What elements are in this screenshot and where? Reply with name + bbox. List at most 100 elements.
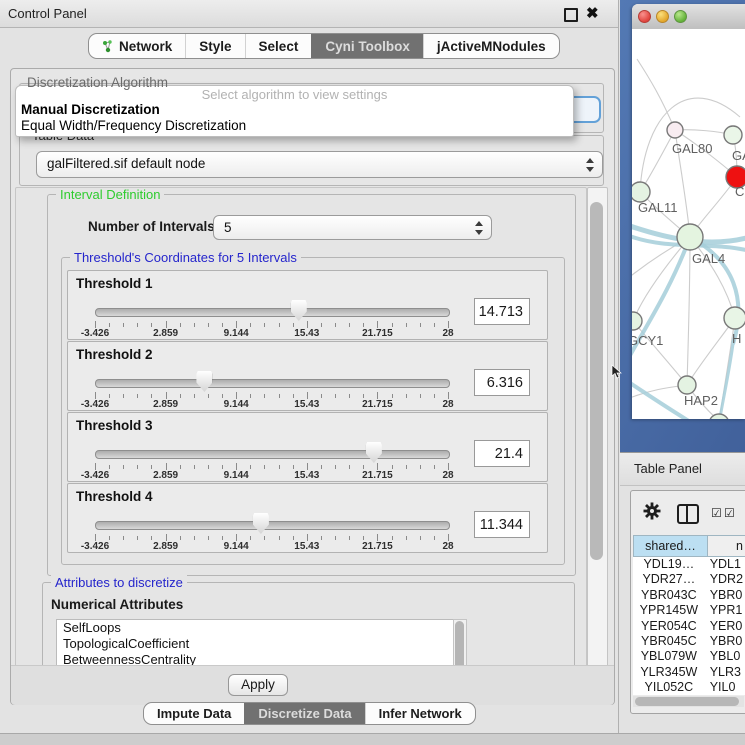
axis-tick [307, 534, 308, 541]
tab-label: Infer Network [379, 706, 462, 721]
network-node-label: C [735, 184, 744, 199]
discretization-algorithm-label: Discretization Algorithm [23, 75, 172, 90]
zoom-traffic-light-icon[interactable] [674, 10, 687, 23]
axis-tick [137, 394, 138, 398]
network-node[interactable] [724, 126, 742, 144]
table-data-combobox[interactable]: galFiltered.sif default node [36, 151, 603, 178]
panel-vertical-scrollbar[interactable] [587, 187, 608, 667]
axis-tick [349, 465, 350, 469]
network-node[interactable] [632, 312, 642, 330]
dropdown-item-2[interactable]: Equal Width/Frequency Discretization [21, 118, 246, 133]
table-row[interactable]: YBR045CYBR0 [633, 634, 745, 649]
table-horizontal-scrollbar[interactable] [633, 696, 744, 707]
table-row[interactable]: YIL052CYIL0 [633, 680, 745, 695]
deselect-checkbox-icon[interactable]: ☑ [724, 507, 735, 519]
tab-style[interactable]: Style [185, 34, 244, 58]
dropdown-item-1[interactable]: Manual Discretization [21, 102, 160, 117]
slider-track[interactable] [95, 450, 450, 459]
tab-discretize-data[interactable]: Discretize Data [244, 703, 364, 724]
axis-tick-label: 2.859 [136, 541, 196, 552]
axis-tick [434, 394, 435, 398]
axis-tick [363, 323, 364, 327]
close-icon[interactable]: ✖ [586, 4, 599, 22]
axis-tick-label: -3.426 [65, 399, 125, 410]
network-node[interactable] [667, 122, 683, 138]
apply-button[interactable]: Apply [228, 674, 288, 696]
tab-impute-data[interactable]: Impute Data [144, 703, 244, 724]
column-layout-icon[interactable] [677, 504, 699, 524]
attribute-list-item[interactable]: SelfLoops [57, 620, 453, 636]
network-node[interactable] [724, 307, 745, 329]
axis-tick-label: 21.715 [347, 328, 407, 339]
axis-tick [250, 465, 251, 469]
threshold-2-box: Threshold 2-3.4262.8599.14415.4321.71528… [67, 341, 548, 411]
slider-track[interactable] [95, 308, 450, 317]
axis-tick [420, 323, 421, 327]
threshold-value-field[interactable]: 14.713 [474, 298, 530, 325]
cell-shared-name: YDR27… [633, 572, 705, 587]
table-row[interactable]: YBL079WYBL0 [633, 649, 745, 664]
minimize-traffic-light-icon[interactable] [656, 10, 669, 23]
axis-tick [95, 463, 96, 470]
network-node[interactable] [632, 182, 650, 202]
table-header-name[interactable]: n [708, 535, 745, 557]
axis-tick [279, 465, 280, 469]
axis-tick [166, 463, 167, 470]
tab-select[interactable]: Select [245, 34, 312, 58]
axis-tick [208, 465, 209, 469]
network-window-titlebar[interactable] [632, 4, 745, 30]
table-row[interactable]: YER054CYER0 [633, 619, 745, 634]
tab-infer-network[interactable]: Infer Network [365, 703, 475, 724]
slider-track[interactable] [95, 379, 450, 388]
slider-thumb[interactable] [366, 442, 382, 463]
tab-cyni-toolbox[interactable]: Cyni Toolbox [311, 34, 423, 58]
tab-label: Impute Data [157, 706, 231, 721]
select-all-checkbox-icon[interactable]: ☑ [711, 507, 722, 519]
axis-tick [406, 536, 407, 540]
threshold-value-field[interactable]: 11.344 [474, 511, 530, 538]
axis-tick [95, 392, 96, 399]
network-edge-highlighted[interactable] [719, 344, 733, 419]
axis-tick [434, 536, 435, 540]
network-node[interactable] [678, 376, 696, 394]
table-row[interactable]: YLR345WYLR3 [633, 665, 745, 680]
slider-thumb[interactable] [291, 300, 307, 321]
axis-tick [264, 323, 265, 327]
threshold-value-field[interactable]: 21.4 [474, 440, 530, 467]
table-row[interactable]: YBR043CYBR0 [633, 588, 745, 603]
network-edge[interactable] [633, 237, 690, 321]
slider-thumb[interactable] [253, 513, 269, 534]
tab-jactivemnodules[interactable]: jActiveMNodules [423, 34, 559, 58]
table-row[interactable]: YDR27…YDR2 [633, 572, 745, 587]
threshold-value-field[interactable]: 6.316 [474, 369, 530, 396]
axis-tick-label: 9.144 [206, 328, 266, 339]
network-node-label: GAL80 [672, 141, 712, 156]
network-edge[interactable] [687, 237, 690, 385]
desktop-bottom-strip [0, 733, 745, 745]
axis-tick [406, 465, 407, 469]
float-window-icon[interactable] [564, 8, 578, 22]
network-edge[interactable] [637, 59, 675, 130]
attribute-list-item[interactable]: TopologicalCoefficient [57, 636, 453, 652]
table-panel-title: Table Panel [634, 453, 702, 484]
network-canvas[interactable]: GAL80GACGAL11GAL4GCY1HHAP2 [632, 29, 745, 419]
number-of-intervals-combobox[interactable]: 5 [213, 215, 492, 240]
axis-tick [236, 321, 237, 328]
axis-tick [363, 465, 364, 469]
table-header-shared[interactable]: shared… [633, 535, 708, 557]
network-node[interactable] [677, 224, 703, 250]
tab-network[interactable]: Network [89, 34, 185, 58]
slider-thumb[interactable] [196, 371, 212, 392]
gear-icon[interactable] [643, 502, 661, 520]
axis-tick [236, 463, 237, 470]
close-traffic-light-icon[interactable] [638, 10, 651, 23]
network-node-label: GAL11 [638, 200, 678, 215]
cell-name: YPR1 [705, 603, 745, 618]
slider-track[interactable] [95, 521, 450, 530]
axis-tick [377, 321, 378, 328]
table-row[interactable]: YDL19…YDL1 [633, 557, 745, 572]
numerical-attributes-list[interactable]: SelfLoopsTopologicalCoefficientBetweenne… [56, 619, 454, 667]
table-row[interactable]: YPR145WYPR1 [633, 603, 745, 618]
network-edge[interactable] [633, 321, 687, 385]
attributes-list-scrollbar[interactable] [453, 619, 467, 667]
